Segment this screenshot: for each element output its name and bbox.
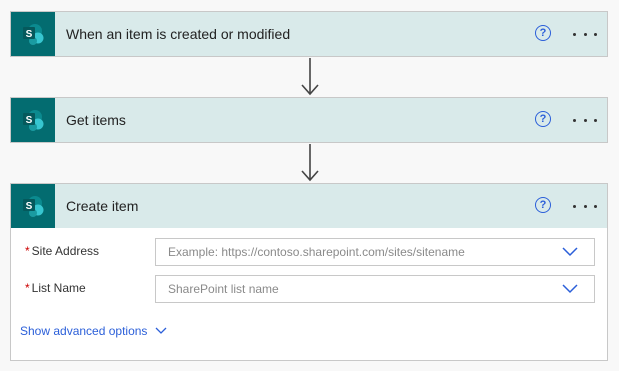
card-title: Create item bbox=[66, 198, 139, 214]
site-address-label: * Site Address bbox=[25, 244, 100, 258]
sharepoint-logo-icon: S bbox=[11, 98, 55, 142]
site-address-input[interactable] bbox=[166, 244, 550, 260]
svg-text:S: S bbox=[26, 29, 33, 40]
list-name-dropdown[interactable] bbox=[155, 275, 595, 303]
help-icon[interactable]: ? bbox=[535, 25, 551, 41]
trigger-card[interactable]: S When an item is created or modified ? bbox=[10, 11, 608, 57]
chevron-down-icon[interactable] bbox=[155, 327, 167, 335]
required-mark: * bbox=[25, 244, 30, 258]
list-name-input[interactable] bbox=[166, 281, 550, 297]
card-title: Get items bbox=[66, 112, 126, 128]
required-mark: * bbox=[25, 281, 30, 295]
down-arrow-icon bbox=[301, 144, 319, 182]
more-options-icon[interactable] bbox=[573, 196, 597, 216]
help-icon[interactable]: ? bbox=[535, 111, 551, 127]
create-item-card-header[interactable]: S Create item ? bbox=[11, 184, 607, 228]
sharepoint-logo-icon: S bbox=[11, 12, 55, 56]
site-address-dropdown[interactable] bbox=[155, 238, 595, 266]
trigger-card-header[interactable]: S When an item is created or modified ? bbox=[11, 12, 607, 56]
more-options-icon[interactable] bbox=[573, 110, 597, 130]
down-arrow-icon bbox=[301, 58, 319, 96]
get-items-card[interactable]: S Get items ? bbox=[10, 97, 608, 143]
create-item-body: *Site Address *List Name Show advanced o… bbox=[11, 228, 607, 360]
more-options-icon[interactable] bbox=[573, 24, 597, 44]
help-icon[interactable]: ? bbox=[535, 197, 551, 213]
show-advanced-options-link[interactable]: Show advanced options bbox=[20, 324, 167, 338]
get-items-card-header[interactable]: S Get items ? bbox=[11, 98, 607, 142]
svg-text:S: S bbox=[26, 201, 33, 212]
card-title: When an item is created or modified bbox=[66, 26, 291, 42]
chevron-down-icon[interactable] bbox=[562, 284, 578, 294]
chevron-down-icon[interactable] bbox=[562, 247, 578, 257]
svg-text:S: S bbox=[26, 115, 33, 126]
create-item-card[interactable]: S Create item ? *Site Address *List Name… bbox=[10, 183, 608, 361]
sharepoint-logo-icon: S bbox=[11, 184, 55, 228]
list-name-label: * List Name bbox=[25, 281, 86, 295]
